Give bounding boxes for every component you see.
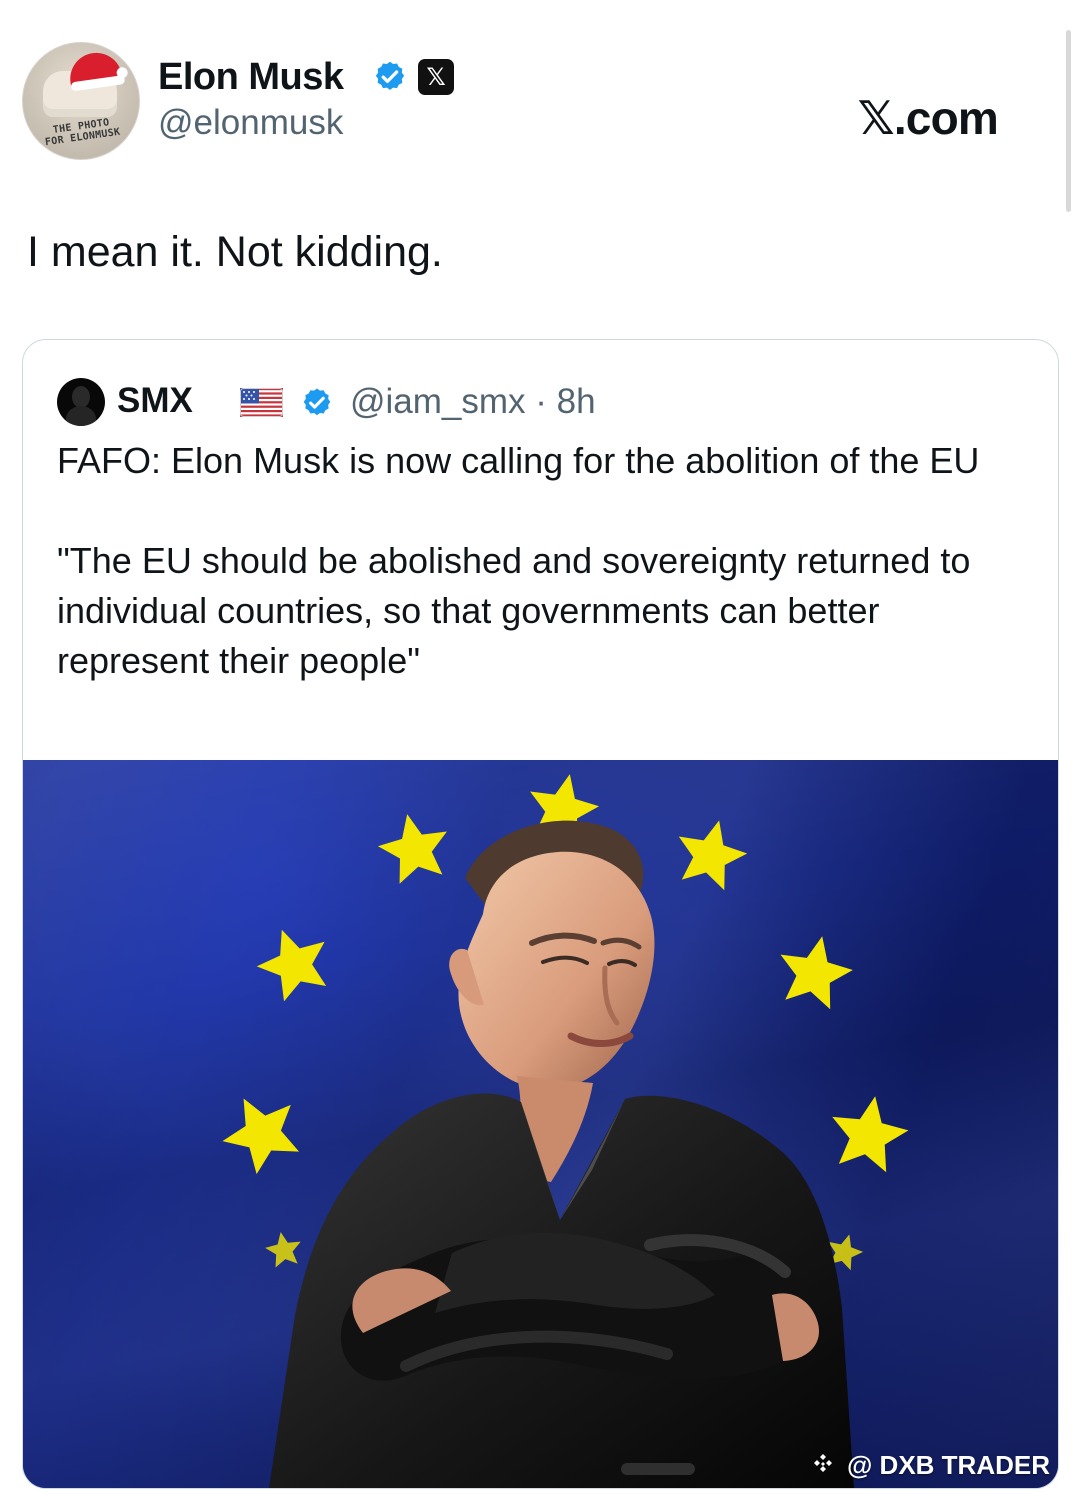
quoted-tweet-text: FAFO: Elon Musk is now calling for the a… (57, 440, 980, 681)
verified-badge-icon (375, 61, 405, 90)
avatar-santa-hat (66, 49, 124, 91)
scrollbar[interactable] (1066, 30, 1071, 212)
avatar-caption: THE PHOTO FOR ELONMUSK (44, 117, 122, 149)
watermark-label: @ DXB TRADER (846, 1450, 1050, 1480)
us-flag-icon (240, 388, 283, 417)
author-handle[interactable]: @elonmusk (158, 102, 343, 144)
quoted-tweet-card[interactable]: SMX @iam_smx · 8h FAFO: Elon Musk is now… (22, 339, 1059, 1489)
site-label: 𝕏.com (857, 92, 999, 144)
x-logo-icon: 𝕏 (418, 59, 454, 95)
quoted-handle-and-time[interactable]: @iam_smx · 8h (350, 381, 596, 423)
quoted-tweet-image[interactable]: @ DXB TRADER (23, 760, 1058, 1488)
binance-logo-icon (813, 1453, 832, 1472)
quoted-author-avatar[interactable] (57, 378, 105, 426)
author-avatar[interactable]: THE PHOTO FOR ELONMUSK (22, 42, 140, 160)
author-name[interactable]: Elon Musk (158, 55, 344, 99)
image-watermark: @ DXB TRADER (811, 1448, 1050, 1480)
tweet-text: I mean it. Not kidding. (27, 228, 443, 276)
quoted-author-name[interactable]: SMX (117, 380, 193, 422)
quoted-verified-badge-icon (303, 388, 331, 416)
tweet-header: THE PHOTO FOR ELONMUSK Elon Musk 𝕏 @elon… (22, 42, 1052, 162)
person-with-crossed-arms-illustration (269, 820, 854, 1488)
